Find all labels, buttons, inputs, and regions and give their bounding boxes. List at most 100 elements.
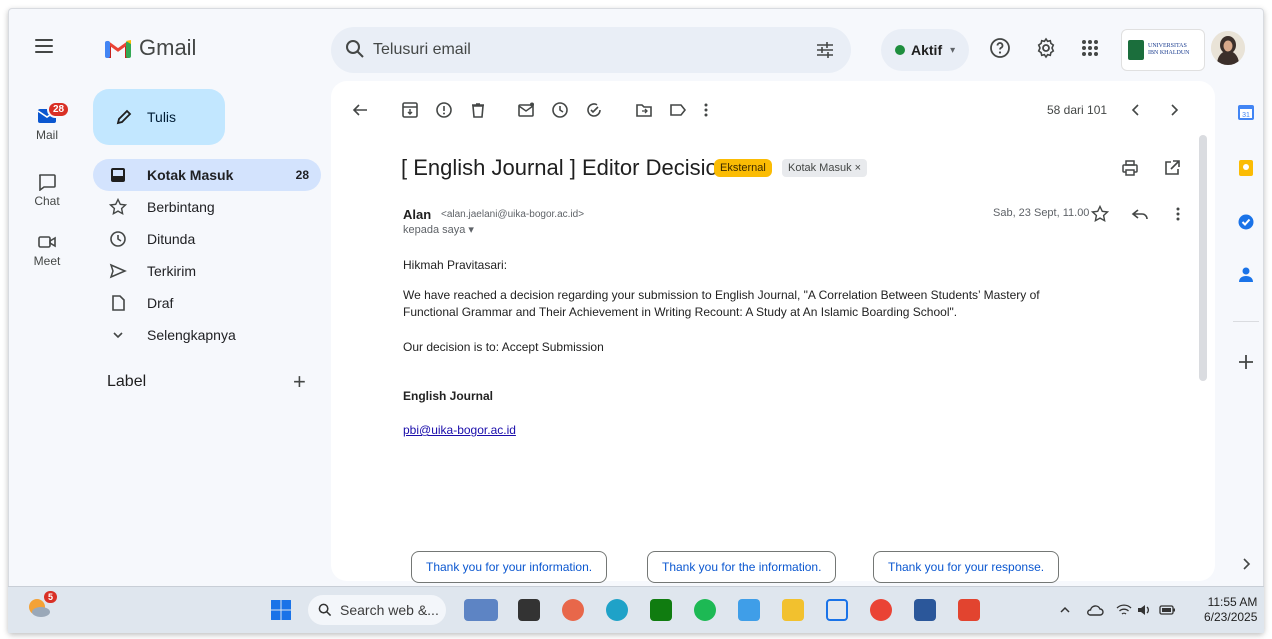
chrome-browser-icon[interactable] [870,599,892,621]
smart-reply-button[interactable]: Thank you for your information. [411,551,608,583]
newer-chevron-right-icon[interactable] [1165,101,1183,119]
copilot-icon[interactable] [562,599,584,621]
compose-label: Tulis [147,109,177,125]
more-vertical-icon[interactable] [697,101,715,119]
add-addon-plus-icon[interactable] [1237,353,1255,371]
search-icon[interactable] [345,39,365,59]
video-camera-icon [38,236,56,248]
email-signature: English Journal [403,389,494,403]
snooze-clock-icon[interactable] [551,101,569,119]
add-label-button[interactable]: + [293,369,306,395]
nav-more[interactable]: Selengkapnya [93,319,321,351]
battery-icon[interactable] [1158,603,1176,617]
file-explorer-icon[interactable] [782,599,804,621]
email-body-line-2: Functional Grammar and Their Achievement… [403,305,958,319]
rail-meet[interactable]: Meet [9,233,85,268]
star-icon [109,198,127,216]
top-bar: Gmail Aktif ▾ UNIVERSITAS IBN KHALDUN [9,9,1263,81]
add-task-icon[interactable] [585,101,603,119]
word-icon[interactable] [914,599,936,621]
taskbar-search[interactable]: Search web &... [308,595,446,625]
microsoft-store-icon[interactable] [650,599,672,621]
older-chevron-left-icon[interactable] [1127,101,1145,119]
spotify-icon[interactable] [694,599,716,621]
expand-panel-chevron-icon[interactable] [1237,555,1255,573]
windows-start-icon[interactable] [270,599,292,621]
account-avatar[interactable] [1211,31,1245,65]
task-view-icon[interactable] [518,599,540,621]
weather-notification-badge: 5 [44,591,58,603]
smart-reply-button[interactable]: Thank you for the information. [647,551,837,583]
nav-sent[interactable]: Terkirim [93,255,321,287]
search-options-icon[interactable] [815,40,835,60]
trash-icon[interactable] [469,101,487,119]
chevron-down-icon [113,332,123,339]
nav-starred[interactable]: Berbintang [93,191,321,223]
smart-reply-button[interactable]: Thank you for your response. [873,551,1060,583]
chat-icon [39,174,56,191]
wifi-icon[interactable] [1116,603,1132,617]
nav-snoozed[interactable]: Ditunda [93,223,321,255]
inbox-label-chip[interactable]: Kotak Masuk × [782,159,868,177]
settings-gear-icon[interactable] [1035,37,1057,59]
search-input[interactable] [373,37,793,63]
calendar-icon[interactable]: 31 [1237,103,1255,121]
email-scrollbar[interactable] [1199,135,1207,381]
reply-icon[interactable] [1131,205,1149,223]
email-greeting: Hikmah Pravitasari: [403,258,508,272]
gmail-window: Gmail Aktif ▾ UNIVERSITAS IBN KHALDUN [8,8,1264,633]
help-icon[interactable] [989,37,1011,59]
edge-browser-icon[interactable] [606,599,628,621]
move-to-folder-icon[interactable] [635,101,653,119]
system-clock[interactable]: 11:55 AM 6/23/2025 [1204,595,1257,625]
back-arrow-icon[interactable] [351,101,369,119]
gmail-m-icon [105,40,131,58]
open-new-window-icon[interactable] [1163,159,1181,177]
label-tag-icon[interactable] [669,101,687,119]
more-vertical-icon[interactable] [1169,205,1187,223]
pdf-reader-icon[interactable] [958,599,980,621]
nav-sent-label: Terkirim [147,263,196,279]
folder-nav: Kotak Masuk 28 Berbintang Ditunda Terkir… [93,159,321,351]
nav-starred-label: Berbintang [147,199,215,215]
print-icon[interactable] [1121,159,1139,177]
search-highlight-icon[interactable] [464,599,498,621]
volume-icon[interactable] [1136,603,1152,617]
recipient-details[interactable]: kepada saya ▾ [403,223,474,236]
nav-drafts-label: Draf [147,295,174,311]
chevron-up-icon[interactable] [1058,603,1072,617]
signature-email-link[interactable]: pbi@uika-bogor.ac.id [403,423,516,437]
network-app-icon[interactable] [826,599,848,621]
svg-text:31: 31 [1242,112,1250,119]
report-spam-icon[interactable] [435,101,453,119]
pagination-text: 58 dari 101 [1047,103,1108,117]
main-menu-icon[interactable] [35,39,53,53]
compose-button[interactable]: Tulis [93,89,225,145]
organization-account-badge[interactable]: UNIVERSITAS IBN KHALDUN [1121,29,1205,71]
inbox-count: 28 [295,168,309,182]
mark-unread-icon[interactable] [517,101,535,119]
nav-inbox[interactable]: Kotak Masuk 28 [93,159,321,191]
rail-chat[interactable]: Chat [9,173,85,208]
pencil-icon [116,109,132,125]
email-body-line-1: We have reached a decision regarding you… [403,288,1040,302]
nav-drafts[interactable]: Draf [93,287,321,319]
rail-chat-label: Chat [34,194,60,208]
rail-mail-label: Mail [35,128,58,142]
outlook-icon[interactable] [738,599,760,621]
archive-icon[interactable] [401,101,419,119]
clock-icon [110,231,126,247]
gmail-logo[interactable]: Gmail [105,35,196,61]
onedrive-cloud-icon[interactable] [1086,603,1104,617]
star-icon[interactable] [1091,205,1109,223]
search-bar[interactable] [331,27,851,73]
rail-mail[interactable]: 28 Mail [9,101,85,142]
status-selector[interactable]: Aktif ▾ [881,29,969,71]
keep-notes-icon[interactable] [1237,159,1255,177]
contacts-icon[interactable] [1237,265,1255,283]
apps-grid-icon[interactable] [1079,37,1101,59]
sender-name[interactable]: Alan [403,207,431,222]
tasks-icon[interactable] [1237,213,1255,231]
rail-meet-label: Meet [33,254,61,268]
os-taskbar: 5 Search web &... 11:55 AM 6/23/2025 [8,586,1264,633]
